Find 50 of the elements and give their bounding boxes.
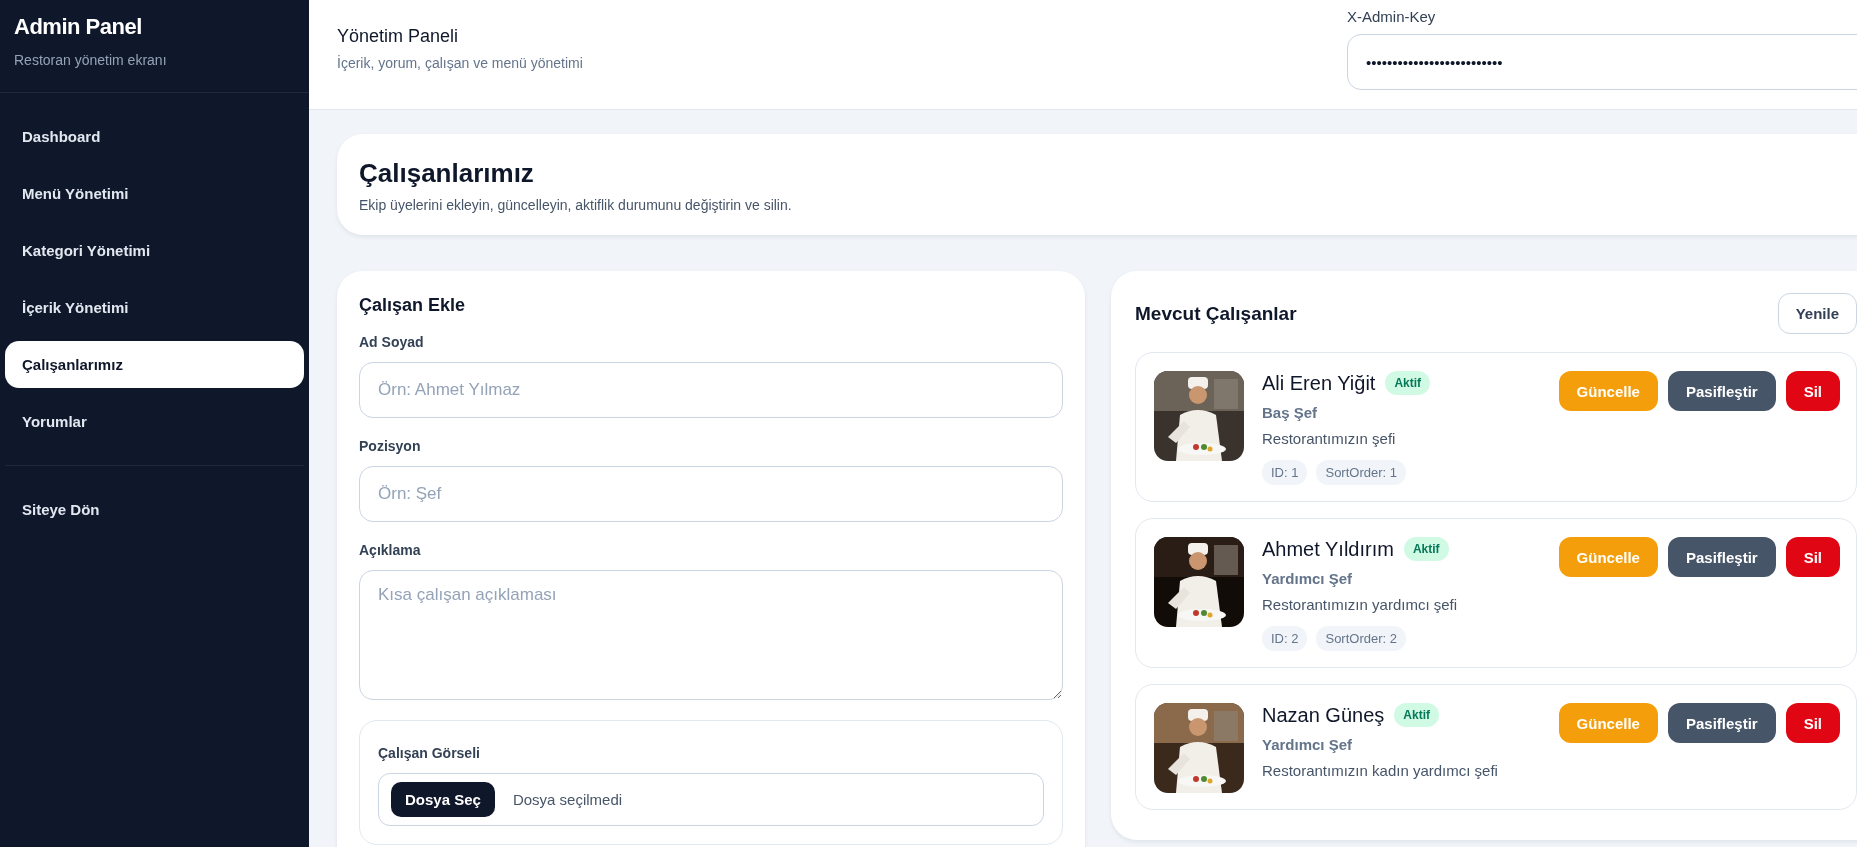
- status-badge: Aktif: [1385, 371, 1431, 395]
- sort-order-tag: SortOrder: 1: [1316, 460, 1406, 485]
- file-status: Dosya seçilmedi: [512, 791, 623, 808]
- sort-order-tag: SortOrder: 2: [1316, 626, 1406, 651]
- field-label: Pozisyon: [359, 438, 422, 454]
- employee-description: Restorantımızın kadın yardımcı şefi: [1262, 762, 1498, 779]
- id-tag: ID: 1: [1262, 460, 1308, 485]
- sidebar-item[interactable]: Çalışanlarımız: [5, 341, 304, 388]
- page-title: Yönetim Paneli: [337, 26, 460, 47]
- page-subtitle: İçerik, yorum, çalışan ve menü yönetimi: [337, 55, 583, 71]
- form-title: Çalışan Ekle: [359, 295, 467, 316]
- refresh-button[interactable]: Yenile: [1777, 293, 1857, 334]
- file-input[interactable]: Dosya Seç Dosya seçilmedi: [378, 773, 1044, 826]
- field-label: X-Admin-Key: [1347, 8, 1437, 25]
- section-description: Ekip üyelerini ekleyin, güncelleyin, aktiflik durumunu değiştirin ve silin.: [359, 197, 793, 213]
- deactivate-button[interactable]: Pasifleştir: [1667, 703, 1776, 743]
- deactivate-button[interactable]: Pasifleştir: [1667, 371, 1776, 411]
- delete-button[interactable]: Sil: [1785, 371, 1840, 411]
- employee-name: Ahmet Yıldırım: [1262, 537, 1394, 561]
- description-field[interactable]: Kısa çalışan açıklaması: [359, 570, 1063, 700]
- employee-position: Yardımcı Şef: [1262, 570, 1353, 587]
- app-title: Admin Panel: [14, 14, 143, 40]
- employee-description: Restorantımızın şefi: [1262, 430, 1396, 447]
- field-label: Açıklama: [359, 542, 422, 558]
- list-title: Mevcut Çalışanlar: [1135, 302, 1297, 325]
- input-field[interactable]: Örn: Ahmet Yılmaz: [359, 362, 1063, 418]
- field-label: Çalışan Görseli: [378, 745, 481, 761]
- sidebar-item[interactable]: Kategori Yönetimi: [5, 227, 304, 274]
- id-tag: ID: 2: [1262, 626, 1308, 651]
- delete-button[interactable]: Sil: [1785, 537, 1840, 577]
- input-field[interactable]: Örn: Şef: [359, 466, 1063, 522]
- employee-name: Nazan Güneş: [1262, 703, 1385, 727]
- field-label: Ad Soyad: [359, 334, 425, 350]
- employee-name: Ali Eren Yiğit: [1262, 371, 1376, 395]
- admin-key-field[interactable]: ••••••••••••••••••••••••••: [1347, 34, 1857, 90]
- employee-position: Baş Şef: [1262, 404, 1318, 421]
- deactivate-button[interactable]: Pasifleştir: [1667, 537, 1776, 577]
- delete-button[interactable]: Sil: [1785, 703, 1840, 743]
- status-badge: Aktif: [1394, 703, 1439, 727]
- employee-description: Restorantımızın yardımcı şefi: [1262, 596, 1458, 613]
- app-subtitle: Restoran yönetim ekranı: [14, 52, 168, 68]
- sidebar-item[interactable]: İçerik Yönetimi: [5, 284, 304, 331]
- sidebar-item[interactable]: Menü Yönetimi: [5, 170, 304, 217]
- status-badge: Aktif: [1403, 537, 1449, 561]
- choose-file-button[interactable]: Dosya Seç: [391, 782, 495, 817]
- sidebar-item[interactable]: Dashboard: [5, 113, 304, 160]
- employee-position: Yardımcı Şef: [1262, 736, 1353, 753]
- sidebar-item[interactable]: Yorumlar: [5, 398, 304, 445]
- sidebar-item[interactable]: Siteye Dön: [5, 486, 304, 533]
- section-title: Çalışanlarımız: [359, 158, 535, 189]
